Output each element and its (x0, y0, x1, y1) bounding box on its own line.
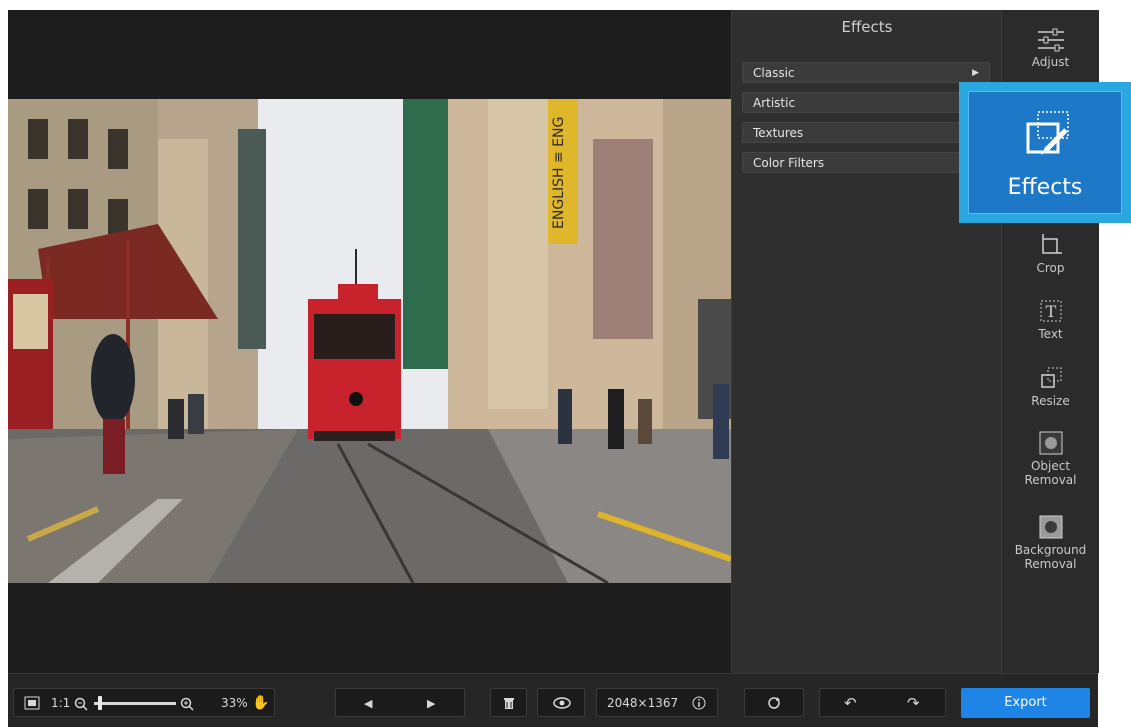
svg-text:T: T (1045, 302, 1056, 321)
trash-icon (504, 698, 514, 709)
tool-label-line1: Background (1014, 543, 1087, 557)
category-label: Classic (753, 66, 795, 80)
tool-effects[interactable]: Effects (959, 82, 1131, 223)
tool-crop[interactable]: Crop (1002, 232, 1099, 275)
next-arrow-icon[interactable]: ▶ (427, 689, 435, 718)
tool-label-line2: Removal (1024, 557, 1077, 571)
delete-button[interactable] (490, 688, 527, 717)
category-classic[interactable]: Classic ▶ (742, 62, 990, 83)
tool-background-removal[interactable]: Background Removal (1002, 514, 1099, 571)
info-icon[interactable] (692, 696, 706, 710)
tool-label-line1: Object (1030, 459, 1071, 473)
hand-pan-icon[interactable]: ✋ (252, 689, 269, 718)
zoom-value: 33% (221, 696, 248, 710)
zoom-in-icon[interactable] (180, 697, 194, 711)
category-label: Color Filters (753, 156, 825, 170)
zoom-out-icon[interactable] (74, 697, 88, 711)
photo-preview[interactable]: ENGLISH ≡ ENG (8, 99, 731, 583)
effects-brush-icon (1026, 111, 1069, 155)
background-removal-icon (1039, 515, 1062, 539)
panel-title: Effects (841, 18, 893, 36)
category-color-filters[interactable]: Color Filters (742, 152, 990, 173)
category-artistic[interactable]: Artistic (742, 92, 990, 113)
sliders-icon (1037, 28, 1064, 52)
preview-button[interactable] (537, 688, 585, 717)
zoom-slider-handle[interactable] (98, 696, 102, 710)
export-button[interactable]: Export (961, 688, 1090, 718)
image-dimensions: 2048×1367 (607, 696, 679, 710)
fit-screen-icon[interactable] (24, 696, 40, 710)
tool-object-removal[interactable]: Object Removal (1002, 430, 1099, 487)
category-label: Artistic (753, 96, 796, 110)
tool-label: Resize (1031, 394, 1070, 408)
tool-label: Adjust (1031, 55, 1070, 69)
zoom-group: 1:1 33% ✋ (13, 688, 275, 717)
street-sign-text: ENGLISH ≡ ENG (551, 117, 567, 229)
triangle-right-icon: ▶ (972, 68, 979, 78)
undo-icon[interactable]: ↶ (844, 689, 857, 718)
resize-icon (1040, 367, 1061, 388)
eye-icon (553, 697, 571, 709)
zoom-slider[interactable] (94, 702, 176, 705)
photo-editor-window: ENGLISH ≡ ENG Effects Classic ▶ Artistic… (8, 10, 1099, 727)
text-icon: T (1040, 300, 1061, 322)
tool-adjust[interactable]: Adjust (1002, 28, 1099, 69)
bottom-toolbar: 1:1 33% ✋ ◀ ▶ 2048×1367 ↶ ↷ Export (8, 673, 1098, 727)
category-label: Textures (753, 126, 804, 140)
rotate-icon (768, 697, 780, 709)
tool-label: Effects (1007, 175, 1083, 200)
rotate-button[interactable] (744, 688, 804, 717)
navigation-group: ◀ ▶ (335, 688, 465, 717)
tool-label-line2: Removal (1024, 473, 1077, 487)
tool-label: Text (1038, 327, 1063, 341)
crop-icon (1041, 234, 1062, 254)
redo-icon[interactable]: ↷ (907, 689, 920, 718)
object-removal-icon (1039, 431, 1062, 455)
previous-arrow-icon[interactable]: ◀ (364, 689, 372, 718)
actual-size-button[interactable]: 1:1 (51, 689, 70, 718)
tool-resize[interactable]: Resize (1002, 365, 1099, 408)
tool-text[interactable]: T Text (1002, 298, 1099, 341)
category-textures[interactable]: Textures (742, 122, 990, 143)
effects-active-tile: Effects (968, 91, 1122, 214)
tool-label: Crop (1036, 261, 1065, 275)
history-group: ↶ ↷ (819, 688, 946, 717)
canvas-area[interactable]: ENGLISH ≡ ENG (8, 10, 731, 673)
image-info: 2048×1367 (596, 688, 718, 717)
